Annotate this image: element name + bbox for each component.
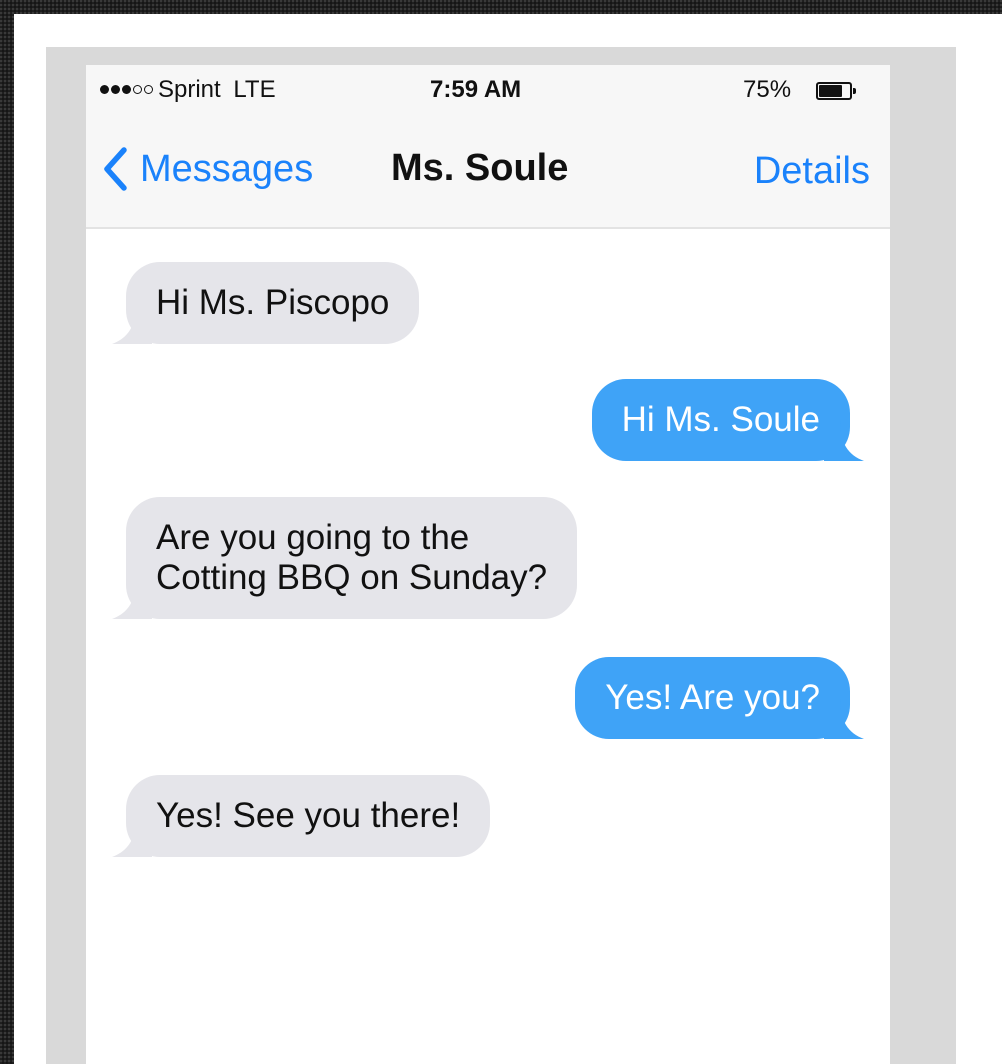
bubble-tail [112,817,152,857]
status-bar: Sprint LTE 7:59 AM 75% [86,65,890,117]
status-time: 7:59 AM [430,76,522,103]
bubble-tail [824,699,864,739]
header: Sprint LTE 7:59 AM 75% Messages Ms. Soul… [86,65,890,229]
message-text-line: Are you going to the [156,518,470,557]
signal-dot-filled [100,85,109,94]
message-text: Hi Ms. Soule [621,400,820,439]
bubble-tail [112,304,152,344]
message-bubble-incoming[interactable]: Hi Ms. Piscopo [112,262,420,344]
signal-strength-icon [100,85,153,94]
message-bubble-outgoing[interactable]: Hi Ms. Soule [591,379,864,461]
back-button[interactable]: Messages [102,147,313,191]
message-bubble-incoming[interactable]: Are you going to the Cotting BBQ on Sund… [112,497,578,619]
chevron-left-icon [104,147,127,191]
message-text: Yes! See you there! [156,796,461,835]
navigation-bar: Messages Ms. Soule Details [86,117,890,225]
message-text-line: Cotting BBQ on Sunday? [156,558,548,597]
signal-dot-empty [144,85,153,94]
message-bubble-incoming[interactable]: Yes! See you there! [112,775,491,857]
message-text: Hi Ms. Piscopo [156,283,390,322]
signal-dot-filled [122,85,131,94]
battery-percentage: 75% [743,76,792,103]
battery-level-fill [819,85,842,97]
message-bubble-outgoing[interactable]: Yes! Are you? [575,657,864,739]
phone-screen: Sprint LTE 7:59 AM 75% Messages Ms. Soul… [86,65,890,1064]
conversation-title: Ms. Soule [391,147,569,189]
bubble-tail [824,421,864,461]
signal-dot-empty [133,85,142,94]
back-button-label: Messages [140,147,314,190]
signal-dot-filled [111,85,120,94]
details-button[interactable]: Details [754,150,870,193]
carrier-label: Sprint LTE [158,76,276,103]
bubble-tail [112,579,152,619]
battery-icon [816,82,858,100]
message-text: Yes! Are you? [605,678,820,717]
